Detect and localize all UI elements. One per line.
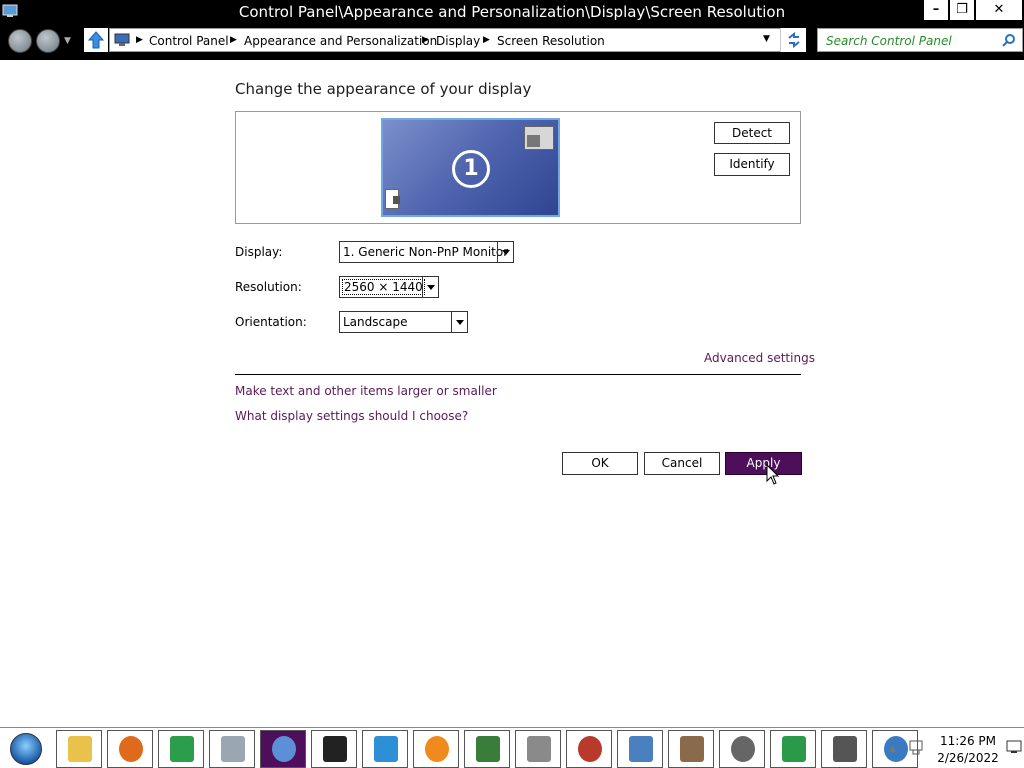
hat-icon bbox=[680, 736, 704, 762]
taskbar: ▲ 11:26 PM 2/26/2022 bbox=[0, 727, 1024, 768]
up-arrow-icon bbox=[88, 31, 104, 49]
search-input[interactable]: Search Control Panel bbox=[817, 28, 1023, 52]
control-panel-icon bbox=[114, 33, 130, 46]
identify-button[interactable]: Identify bbox=[714, 153, 790, 176]
chrome-icon bbox=[170, 736, 194, 762]
search-placeholder: Search Control Panel bbox=[826, 34, 952, 48]
start-button[interactable] bbox=[3, 730, 49, 768]
up-level-button[interactable] bbox=[84, 28, 108, 52]
show-hidden-icons-icon[interactable]: ▲ bbox=[889, 744, 896, 754]
breadcrumb-screen-resolution[interactable]: Screen Resolution bbox=[497, 34, 605, 48]
windows-logo-icon bbox=[10, 733, 42, 765]
gimp-icon bbox=[833, 736, 857, 762]
display-label: Display: bbox=[235, 245, 283, 259]
clock-date[interactable]: 2/26/2022 bbox=[932, 751, 1004, 765]
remote-desktop-icon bbox=[476, 736, 500, 762]
address-dropdown-icon[interactable]: ▼ bbox=[763, 34, 770, 44]
clock-time[interactable]: 11:26 PM bbox=[932, 734, 1004, 748]
close-button[interactable]: ✕ bbox=[976, 0, 1022, 20]
orientation-label: Orientation: bbox=[235, 315, 307, 329]
restore-button[interactable]: ❐ bbox=[950, 0, 974, 20]
taskbar-solitaire-button[interactable] bbox=[719, 730, 765, 768]
monitor-1-thumbnail[interactable]: 1 bbox=[381, 118, 560, 217]
mouse-cursor-icon bbox=[766, 464, 780, 485]
advanced-settings-link[interactable]: Advanced settings bbox=[704, 351, 815, 365]
forward-button[interactable] bbox=[36, 29, 60, 53]
window-preview-icon bbox=[524, 126, 554, 150]
display-value: 1. Generic Non-PnP Monitor bbox=[343, 245, 509, 259]
taskbar-system-monitor-button[interactable] bbox=[209, 730, 255, 768]
explorer-icon bbox=[68, 736, 92, 762]
breadcrumb-display[interactable]: Display bbox=[436, 34, 480, 48]
taskbar-firefox-button[interactable] bbox=[107, 730, 153, 768]
apply-button[interactable]: Apply bbox=[725, 452, 802, 475]
back-button[interactable] bbox=[8, 29, 32, 53]
terminal-icon bbox=[323, 736, 347, 762]
page-title: Change the appearance of your display bbox=[235, 80, 532, 98]
main-content: Change the appearance of your display 1 … bbox=[0, 60, 1024, 727]
taskbar-explorer-button[interactable] bbox=[56, 730, 102, 768]
resolution-select[interactable]: 2560 × 1440 bbox=[339, 276, 439, 298]
eyes-icon bbox=[629, 736, 653, 762]
monitor-number: 1 bbox=[452, 150, 490, 188]
breadcrumb-control-panel[interactable]: Control Panel bbox=[149, 34, 229, 48]
title-bar: Control Panel\Appearance and Personaliza… bbox=[0, 0, 1024, 24]
breadcrumb-separator-icon[interactable]: ▶ bbox=[230, 35, 237, 45]
resolution-value: 2560 × 1440 bbox=[342, 279, 425, 295]
text-size-link[interactable]: Make text and other items larger or smal… bbox=[235, 384, 497, 398]
taskbar-remote-desktop-button[interactable] bbox=[464, 730, 510, 768]
resolution-label: Resolution: bbox=[235, 280, 302, 294]
detect-button[interactable]: Detect bbox=[714, 122, 790, 144]
control-panel-icon bbox=[272, 736, 296, 762]
chevron-down-icon[interactable] bbox=[451, 312, 467, 332]
media-player-icon bbox=[425, 736, 449, 762]
refresh-button[interactable] bbox=[780, 28, 806, 52]
firefox-icon bbox=[119, 736, 143, 762]
spreadsheet-icon bbox=[782, 736, 806, 762]
ok-button[interactable]: OK bbox=[562, 452, 638, 475]
telegram-icon bbox=[374, 736, 398, 762]
taskbar-hat-button[interactable] bbox=[668, 730, 714, 768]
breadcrumb-separator-icon[interactable]: ▶ bbox=[422, 35, 429, 45]
orientation-value: Landscape bbox=[343, 315, 408, 329]
chevron-down-icon[interactable] bbox=[422, 277, 438, 297]
system-monitor-icon bbox=[221, 736, 245, 762]
solitaire-icon bbox=[731, 736, 755, 762]
taskbar-gimp-button[interactable] bbox=[821, 730, 867, 768]
window-manager-icon bbox=[884, 736, 908, 762]
refresh-icon bbox=[788, 32, 800, 48]
orientation-select[interactable]: Landscape bbox=[339, 311, 468, 333]
game-icon bbox=[578, 736, 602, 762]
chevron-down-icon[interactable] bbox=[497, 242, 513, 262]
breadcrumb-separator-icon[interactable]: ▶ bbox=[483, 35, 490, 45]
address-bar[interactable]: ▶ Control Panel ▶ Appearance and Persona… bbox=[109, 28, 806, 52]
window-title: Control Panel\Appearance and Personaliza… bbox=[238, 3, 786, 21]
window-preview-icon bbox=[385, 189, 400, 209]
display-help-link[interactable]: What display settings should I choose? bbox=[235, 409, 468, 423]
search-icon[interactable] bbox=[1002, 33, 1016, 47]
taskbar-chrome-button[interactable] bbox=[158, 730, 204, 768]
show-desktop-icon[interactable] bbox=[1006, 739, 1022, 755]
display-select[interactable]: 1. Generic Non-PnP Monitor bbox=[339, 241, 514, 263]
taskbar-media-player-button[interactable] bbox=[413, 730, 459, 768]
breadcrumb-appearance[interactable]: Appearance and Personalization bbox=[244, 34, 437, 48]
taskbar-telegram-button[interactable] bbox=[362, 730, 408, 768]
monitor-preview-panel: 1 Detect Identify bbox=[235, 111, 801, 224]
taskbar-game-button[interactable] bbox=[566, 730, 612, 768]
taskbar-eyes-button[interactable] bbox=[617, 730, 663, 768]
taskbar-control-panel-button[interactable] bbox=[260, 730, 306, 768]
breadcrumb-separator-icon[interactable]: ▶ bbox=[136, 35, 143, 45]
taskbar-spreadsheet-button[interactable] bbox=[770, 730, 816, 768]
printer-icon bbox=[527, 736, 551, 762]
recent-pages-dropdown-icon[interactable]: ▼ bbox=[64, 36, 71, 46]
taskbar-terminal-button[interactable] bbox=[311, 730, 357, 768]
cancel-button[interactable]: Cancel bbox=[644, 452, 720, 475]
network-icon[interactable] bbox=[908, 739, 924, 757]
minimize-button[interactable]: – bbox=[924, 0, 948, 20]
taskbar-printer-button[interactable] bbox=[515, 730, 561, 768]
divider bbox=[235, 374, 801, 375]
